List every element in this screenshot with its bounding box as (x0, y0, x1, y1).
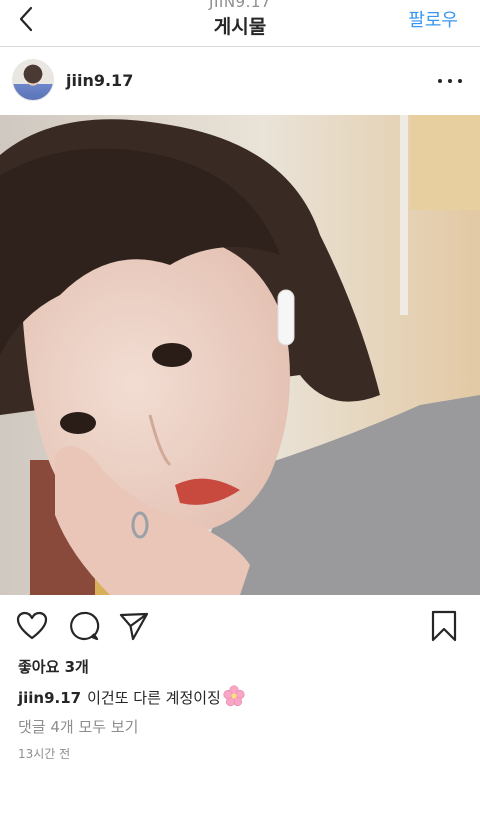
likes-count[interactable]: 좋아요 3개 (18, 656, 89, 677)
more-options-button[interactable] (438, 73, 462, 89)
post-action-bar (0, 595, 480, 655)
cherry-blossom-emoji (223, 685, 245, 711)
selfie-photo-illustration (0, 115, 480, 595)
author-username[interactable]: jiin9.17 (66, 71, 133, 90)
caption-username[interactable]: jiin9.17 (18, 689, 81, 707)
bookmark-icon (431, 610, 457, 642)
more-dots-icon (438, 79, 442, 83)
top-nav-bar: JIIN9.17 게시물 팔로우 (0, 0, 480, 47)
view-all-comments-link[interactable]: 댓글 4개 모두 보기 (18, 716, 138, 737)
post-screen: JIIN9.17 게시물 팔로우 jiin9.17 좋아요 3개 jiin9.1… (0, 0, 480, 823)
post-caption: jiin9.17 이건또 다른 계정이징 (18, 685, 245, 711)
paper-plane-icon (119, 612, 149, 641)
share-button[interactable] (118, 610, 150, 642)
post-photo[interactable] (0, 115, 480, 595)
post-author-row: jiin9.17 (0, 47, 480, 115)
comment-bubble-icon (70, 611, 100, 641)
caption-text: 이건또 다른 계정이징 (87, 689, 221, 707)
avatar[interactable] (12, 59, 54, 101)
heart-icon (16, 611, 48, 640)
follow-button[interactable]: 팔로우 (408, 6, 458, 32)
post-timestamp: 13시간 전 (18, 747, 71, 761)
save-button[interactable] (430, 610, 462, 642)
comment-button[interactable] (68, 610, 100, 642)
like-button[interactable] (16, 610, 48, 642)
